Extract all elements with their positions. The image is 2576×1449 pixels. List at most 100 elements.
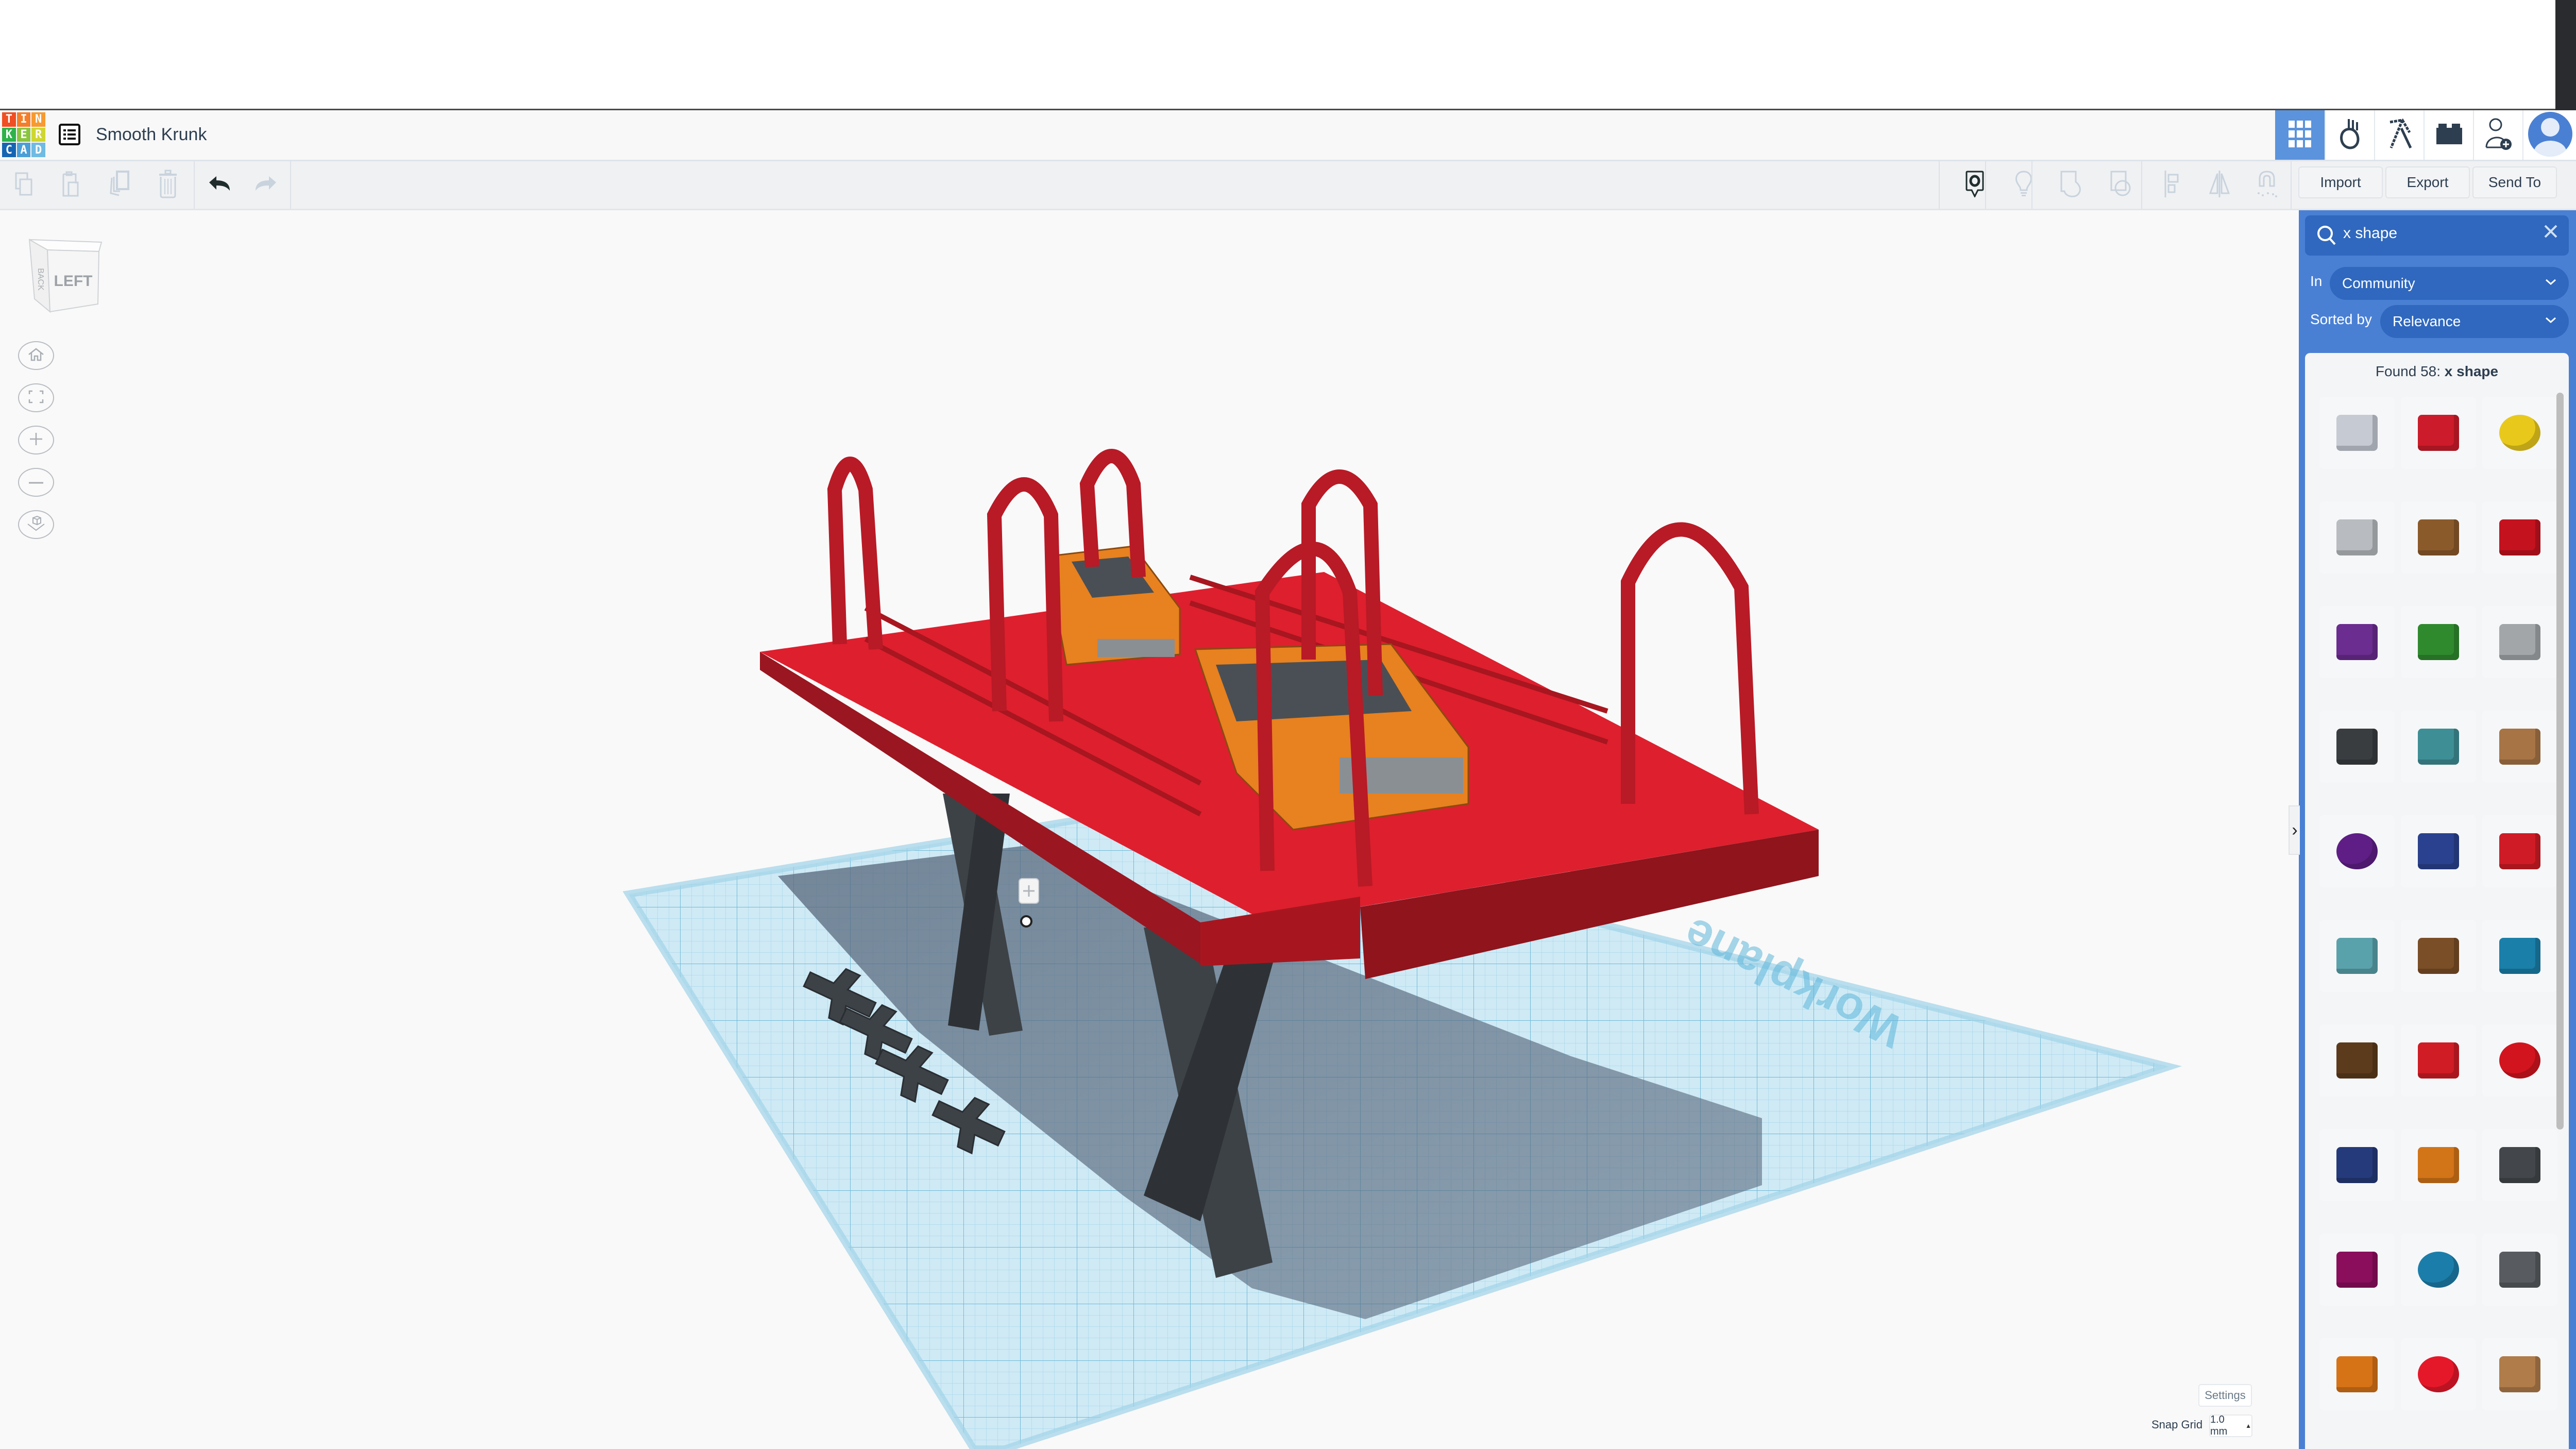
orange-flower-pillar-icon — [2418, 1147, 2459, 1183]
clear-search-icon[interactable] — [2543, 224, 2558, 242]
sort-select[interactable]: Relevance — [2380, 305, 2569, 338]
snap-grid-value: 1.0 mm — [2210, 1414, 2228, 1437]
settings-button[interactable]: Settings — [2198, 1384, 2252, 1407]
send-to-button[interactable]: Send To — [2472, 166, 2557, 198]
invite-user-button[interactable] — [2473, 110, 2523, 160]
result-shape-brown-column[interactable] — [2401, 920, 2476, 992]
home-view-button[interactable] — [18, 341, 54, 370]
result-shape-green-wave[interactable] — [2401, 606, 2476, 678]
result-shape-orange-flower-pillar[interactable] — [2401, 1129, 2476, 1201]
duplicate-button[interactable] — [101, 165, 138, 205]
logo-letter: T — [2, 112, 16, 127]
purple-dot-disc-icon — [2336, 833, 2378, 869]
grey-star-pillar-icon — [2499, 1147, 2540, 1183]
result-shape-tan-x-block[interactable] — [2482, 1338, 2557, 1410]
logo-letter: N — [31, 112, 45, 127]
results-scrollbar[interactable] — [2556, 393, 2564, 1130]
blue-x-pillar-icon — [2336, 1147, 2378, 1183]
result-shape-tan-loop[interactable] — [2482, 711, 2557, 783]
result-shape-red-octagon[interactable] — [2401, 1338, 2476, 1410]
search-value[interactable]: x shape — [2343, 225, 2397, 242]
result-shape-blue-ring[interactable] — [2401, 1234, 2476, 1306]
circuits-view-button[interactable] — [2325, 110, 2375, 160]
caret-up-icon: ▲ — [2245, 1422, 2251, 1429]
result-shape-black-wave-wall[interactable] — [2319, 711, 2395, 783]
result-shape-orange-plane[interactable] — [2319, 1338, 2395, 1410]
snap-grid-select[interactable]: 1.0 mm ▲ — [2209, 1414, 2252, 1437]
tinkercad-logo[interactable]: TINKER CAD — [2, 112, 45, 157]
result-shape-blue-star[interactable] — [2401, 815, 2476, 887]
copy-button[interactable] — [5, 165, 42, 205]
perspective-toggle-button[interactable] — [18, 510, 54, 539]
show-all-button[interactable] — [2005, 165, 2042, 205]
result-shape-striped-box[interactable] — [2319, 397, 2395, 469]
result-shape-red-state-outline[interactable] — [2482, 501, 2557, 574]
document-title[interactable]: Smooth Krunk — [96, 122, 207, 147]
redo-icon — [256, 176, 276, 194]
results-query: x shape — [2444, 363, 2499, 379]
zoom-in-button[interactable] — [18, 426, 54, 454]
import-button[interactable]: Import — [2298, 166, 2383, 198]
view-cube[interactable]: LEFT BACK — [27, 237, 104, 319]
result-shape-red-polyhedron[interactable] — [2401, 1024, 2476, 1097]
car-back[interactable] — [1045, 545, 1181, 666]
sorted-by-label: Sorted by — [2310, 311, 2372, 327]
result-shape-blue-x-pillar[interactable] — [2319, 1129, 2395, 1201]
result-shape-brown-plank[interactable] — [2319, 1024, 2395, 1097]
align-icon — [2164, 170, 2180, 200]
orange-plane-icon — [2336, 1356, 2378, 1392]
result-shape-grey-x-shape[interactable] — [2482, 1234, 2557, 1306]
paste-icon — [61, 171, 79, 199]
codeblocks-view-button[interactable] — [2374, 110, 2425, 160]
ungroup-button[interactable] — [2102, 165, 2139, 205]
group-button[interactable] — [2052, 165, 2089, 205]
delete-button[interactable] — [149, 165, 187, 205]
result-shape-purple-dot-disc[interactable] — [2319, 815, 2395, 887]
design-list-icon[interactable] — [59, 124, 80, 145]
result-shape-red-box[interactable] — [2401, 397, 2476, 469]
scene-canvas[interactable]: Workplane — [0, 210, 2299, 1449]
result-shape-teal-tile[interactable] — [2319, 920, 2395, 992]
paste-button[interactable] — [52, 165, 89, 205]
bricks-view-button[interactable] — [2424, 110, 2474, 160]
result-shape-yellow-sphere[interactable] — [2482, 397, 2557, 469]
zoom-out-button[interactable] — [18, 468, 54, 497]
red-box-icon — [2418, 415, 2459, 451]
result-shape-red-spool[interactable] — [2482, 815, 2557, 887]
blue-ring-icon — [2418, 1252, 2459, 1288]
collapse-panel-button[interactable]: › — [2289, 805, 2300, 855]
result-shape-blue-grid-tile[interactable] — [2482, 920, 2557, 992]
undo-button[interactable] — [201, 165, 238, 205]
toolbar-divider — [2031, 161, 2032, 209]
results-count: Found 58: x shape — [2305, 363, 2569, 380]
3d-design-view-button[interactable] — [2275, 110, 2325, 160]
fit-all-button[interactable] — [18, 383, 54, 412]
library-select[interactable]: Community — [2330, 267, 2569, 300]
view-cube-side-label: BACK — [36, 268, 45, 291]
result-shape-red-torus[interactable] — [2482, 1024, 2557, 1097]
result-shape-grey-gear[interactable] — [2482, 606, 2557, 678]
result-shape-brown-knot[interactable] — [2401, 501, 2476, 574]
result-shape-magenta-box[interactable] — [2319, 1234, 2395, 1306]
mirror-button[interactable] — [2201, 165, 2238, 205]
result-shape-grey-paraboloid[interactable] — [2319, 501, 2395, 574]
export-button[interactable]: Export — [2385, 166, 2470, 198]
toolbar-divider — [1985, 161, 1986, 209]
redo-button[interactable] — [247, 165, 284, 205]
undo-icon — [209, 176, 230, 194]
group-icon — [2060, 171, 2081, 200]
cruise-button[interactable] — [2248, 165, 2285, 205]
result-shape-purple-gem[interactable] — [2319, 606, 2395, 678]
result-shape-grey-star-pillar[interactable] — [2482, 1129, 2557, 1201]
3d-viewport[interactable]: Workplane — [0, 210, 2299, 1449]
results-count-prefix: Found 58: — [2375, 363, 2445, 379]
home-icon — [28, 347, 44, 364]
black-wave-wall-icon — [2336, 729, 2378, 765]
blue-star-icon — [2418, 833, 2459, 869]
align-button[interactable] — [2154, 165, 2191, 205]
avatar-icon — [2527, 111, 2573, 160]
grey-gear-icon — [2499, 624, 2540, 660]
notes-button[interactable] — [1956, 165, 1993, 205]
profile-button[interactable] — [2522, 110, 2576, 160]
result-shape-teal-texture-plate[interactable] — [2401, 711, 2476, 783]
